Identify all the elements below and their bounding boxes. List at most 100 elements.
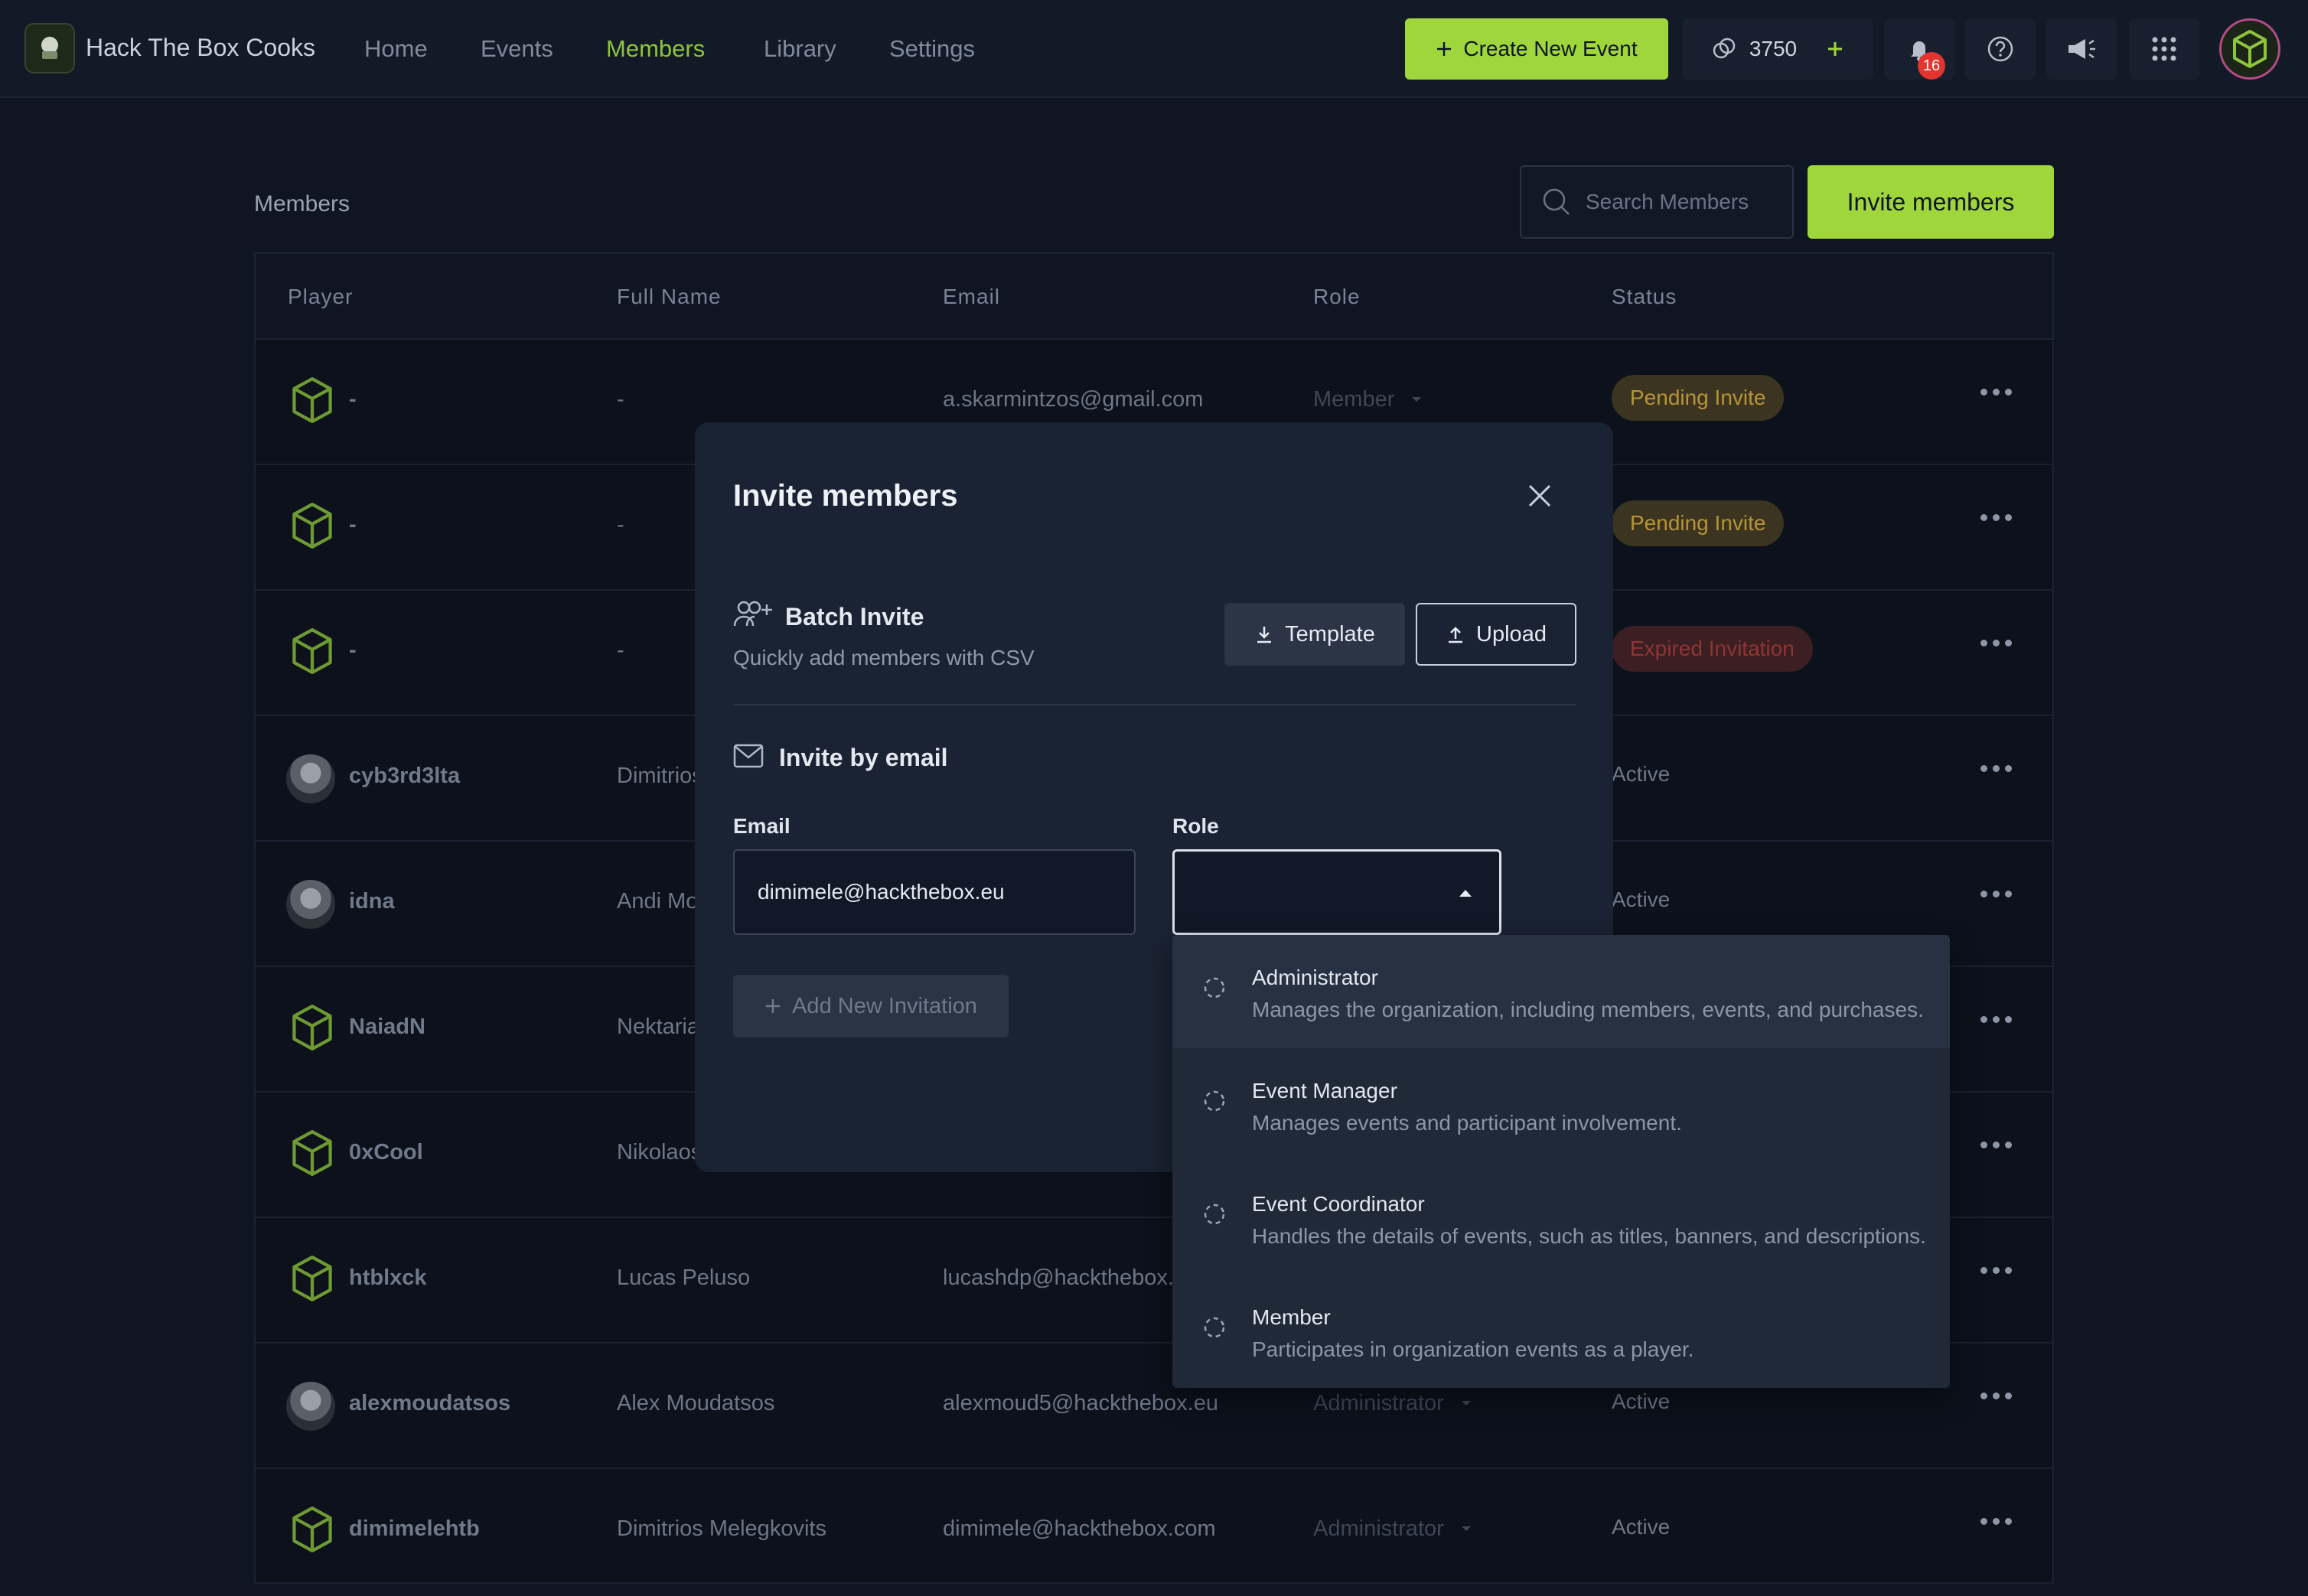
row-actions-button[interactable]: [1980, 389, 2012, 396]
nav-home[interactable]: Home: [364, 35, 428, 63]
role-option-description: Manages events and participant involveme…: [1252, 1111, 1682, 1135]
download-template-button[interactable]: Template: [1224, 603, 1405, 666]
template-label: Template: [1285, 621, 1375, 647]
chevron-down-icon: [1461, 1401, 1471, 1405]
row-actions-button[interactable]: [1980, 1518, 2012, 1525]
row-actions-button[interactable]: [1980, 891, 2012, 897]
cube-icon: [292, 1506, 332, 1552]
email-cell: alexmoud5@hackthebox.eu: [943, 1391, 1218, 1415]
apps-button[interactable]: [2129, 18, 2199, 80]
search-placeholder: Search Members: [1586, 190, 1749, 213]
role-option-administrator[interactable]: Administrator Manages the organization, …: [1172, 935, 1950, 1048]
row-actions-button[interactable]: [1980, 1142, 2012, 1148]
plus-icon: [766, 999, 781, 1013]
upload-label: Upload: [1476, 621, 1547, 647]
header-player: Player: [288, 285, 354, 308]
upload-icon: [1449, 627, 1463, 643]
email-cell: a.skarmintzos@gmail.com: [943, 387, 1204, 412]
help-icon: [1987, 36, 2013, 62]
full-name: Alex Moudatsos: [617, 1391, 775, 1415]
add-credits-icon[interactable]: [1826, 40, 1844, 58]
status-badge: Active: [1612, 762, 1671, 786]
role-value: Administrator: [1313, 1516, 1444, 1541]
batch-invite-subtitle: Quickly add members with CSV: [733, 646, 1035, 669]
org-name[interactable]: Hack The Box Cooks: [86, 34, 315, 62]
cube-icon: [292, 1130, 332, 1176]
role-dropdown: Administrator Manages the organization, …: [1172, 935, 1950, 1388]
credits-pill[interactable]: 3750: [1682, 18, 1873, 80]
mail-icon: [733, 744, 764, 768]
close-modal-button[interactable]: [1526, 482, 1553, 510]
full-name: Andi Mo: [617, 889, 699, 914]
cube-icon: [292, 628, 332, 674]
row-actions-button[interactable]: [1980, 1392, 2012, 1399]
role-option-description: Manages the organization, including memb…: [1252, 998, 1924, 1021]
nav-members[interactable]: Members: [606, 35, 705, 63]
row-actions-button[interactable]: [1980, 765, 2012, 772]
notification-badge: 16: [1918, 52, 1945, 80]
row-actions-button[interactable]: [1980, 514, 2012, 521]
role-select[interactable]: [1172, 849, 1501, 935]
role-option-event-coordinator[interactable]: Event Coordinator Handles the details of…: [1172, 1161, 1950, 1275]
section-divider: [733, 704, 1576, 705]
player-name[interactable]: alexmoudatsos: [349, 1391, 510, 1416]
role-select-cell[interactable]: Administrator: [1313, 1516, 1472, 1542]
announcements-button[interactable]: [2046, 18, 2117, 80]
role-option-member[interactable]: Member Participates in organization even…: [1172, 1275, 1950, 1388]
grid-icon: [2152, 37, 2176, 61]
full-name: Dimitrios Melegkovits: [617, 1516, 826, 1541]
cube-icon: [292, 376, 332, 423]
player-name[interactable]: NaiadN: [349, 1015, 425, 1040]
credits-value: 3750: [1749, 37, 1798, 60]
create-event-button[interactable]: Create New Event: [1405, 18, 1668, 80]
row-actions-button[interactable]: [1980, 640, 2012, 647]
row-actions-button[interactable]: [1980, 1267, 2012, 1274]
player-name[interactable]: -: [349, 638, 357, 663]
nav-events[interactable]: Events: [481, 35, 553, 63]
nav-library[interactable]: Library: [764, 35, 836, 63]
row-actions-button[interactable]: [1980, 1016, 2012, 1023]
download-icon: [1257, 627, 1272, 643]
player-name[interactable]: dimimelehtb: [349, 1516, 480, 1542]
page-title: Members: [254, 191, 350, 217]
player-name[interactable]: cyb3rd3lta: [349, 764, 460, 789]
user-avatar[interactable]: [2219, 18, 2280, 80]
header-full-name: Full Name: [617, 285, 722, 308]
help-button[interactable]: [1965, 18, 2036, 80]
player-name[interactable]: htblxck: [349, 1265, 427, 1291]
role-select-cell[interactable]: Administrator: [1313, 1391, 1472, 1416]
role-option-event-manager[interactable]: Event Manager Manages events and partici…: [1172, 1048, 1950, 1161]
player-name[interactable]: 0xCool: [349, 1140, 423, 1165]
player-avatar: [286, 880, 335, 929]
org-logo[interactable]: [24, 23, 75, 73]
header-role: Role: [1313, 285, 1361, 308]
email-cell: lucashdp@hackthebox.e: [943, 1265, 1187, 1290]
loading-circle-icon: [1204, 977, 1225, 998]
role-select-cell[interactable]: Member: [1313, 387, 1422, 412]
player-name[interactable]: -: [349, 387, 357, 412]
status-badge: Pending Invite: [1612, 375, 1785, 421]
email-field[interactable]: [733, 849, 1136, 935]
player-name[interactable]: -: [349, 513, 357, 538]
cube-icon: [292, 1256, 332, 1301]
add-invitation-label: Add New Invitation: [792, 993, 977, 1018]
player-name[interactable]: idna: [349, 889, 395, 914]
search-members-input[interactable]: Search Members: [1520, 165, 1794, 239]
header-email: Email: [943, 285, 1001, 308]
role-option-name: Administrator: [1252, 966, 1378, 989]
table-row[interactable]: dimimelehtb Dimitrios Melegkovits dimimele…: [256, 1469, 2052, 1584]
upload-csv-button[interactable]: Upload: [1416, 603, 1576, 666]
nav-settings[interactable]: Settings: [889, 35, 975, 63]
status-badge: Expired Invitation: [1612, 626, 1813, 672]
add-invitation-button[interactable]: Add New Invitation: [733, 975, 1009, 1037]
notifications-button[interactable]: 16: [1884, 18, 1954, 80]
full-name: Nektaria: [617, 1015, 699, 1039]
role-option-description: Handles the details of events, such as t…: [1252, 1224, 1926, 1248]
plus-icon: [1437, 42, 1452, 56]
invite-members-button[interactable]: Invite members: [1808, 165, 2054, 239]
role-value: Administrator: [1313, 1391, 1444, 1415]
modal-title: Invite members: [733, 479, 958, 513]
full-name: -: [617, 513, 624, 537]
full-name: Dimitrios: [617, 764, 703, 788]
cube-icon: [292, 503, 332, 549]
